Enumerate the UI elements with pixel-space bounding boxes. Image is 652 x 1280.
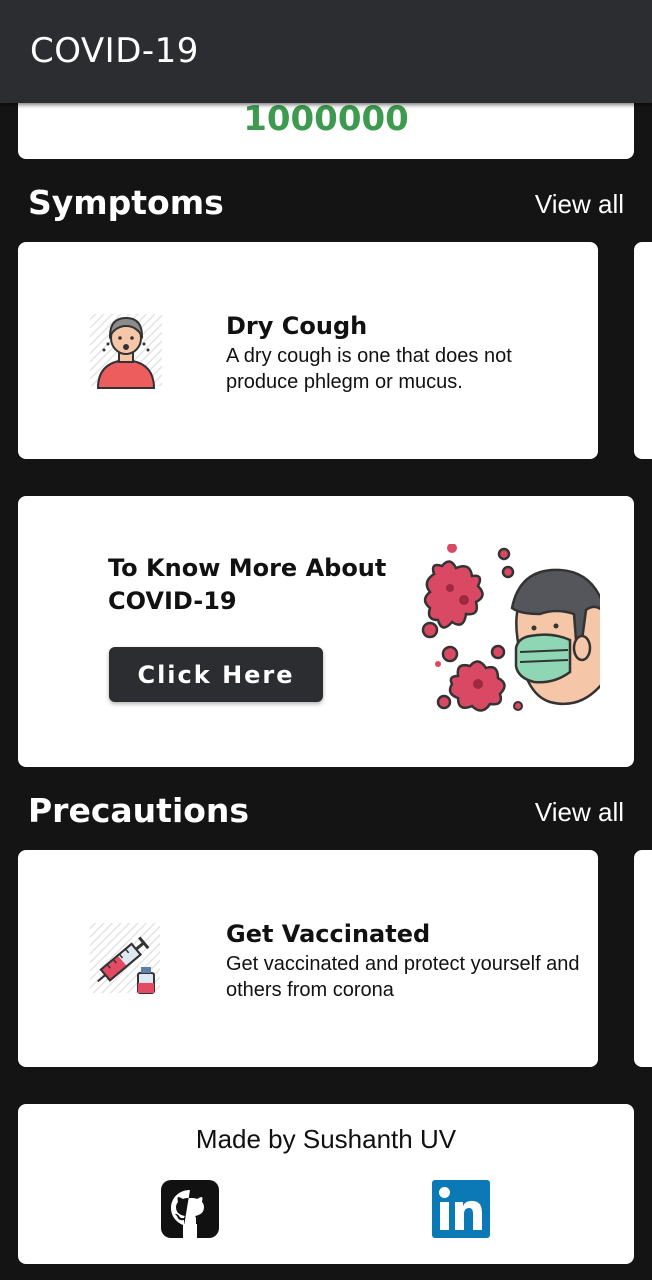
click-here-button[interactable]: Click Here (109, 647, 323, 702)
symptom-description: A dry cough is one that does not produce… (226, 345, 512, 393)
github-icon[interactable] (161, 1180, 219, 1243)
cases-count: 1000000 (243, 99, 409, 139)
symptoms-view-all-link[interactable]: View all (535, 189, 624, 220)
precaution-card-get-vaccinated[interactable]: Get Vaccinated Get vaccinated and protec… (18, 850, 598, 1067)
symptoms-title: Symptoms (28, 183, 224, 222)
next-precaution-card[interactable] (634, 850, 652, 1067)
vaccine-syringe-icon (88, 921, 164, 1002)
learn-more-card: To Know More About COVID-19 Click Here (18, 496, 634, 767)
learn-more-text: To Know More About COVID-19 (108, 554, 387, 615)
next-symptom-card[interactable] (634, 242, 652, 459)
symptom-card-dry-cough[interactable]: Dry Cough A dry cough is one that does n… (18, 242, 598, 459)
precaution-title: Get Vaccinated (226, 920, 431, 948)
app-title: COVID-19 (30, 31, 199, 71)
coughing-person-icon (88, 312, 164, 395)
footer-credit: Made by Sushanth UV (195, 1124, 457, 1154)
masked-person-virus-icon (420, 543, 608, 719)
precautions-view-all-link[interactable]: View all (535, 797, 624, 828)
app-bar: COVID-19 (0, 0, 652, 103)
precautions-title: Precautions (28, 791, 250, 830)
linkedin-icon[interactable] (432, 1180, 490, 1243)
footer-card: Made by Sushanth UV (18, 1104, 634, 1264)
precaution-description: Get vaccinated and protect yourself and … (226, 953, 580, 1001)
symptom-title: Dry Cough (226, 312, 368, 340)
